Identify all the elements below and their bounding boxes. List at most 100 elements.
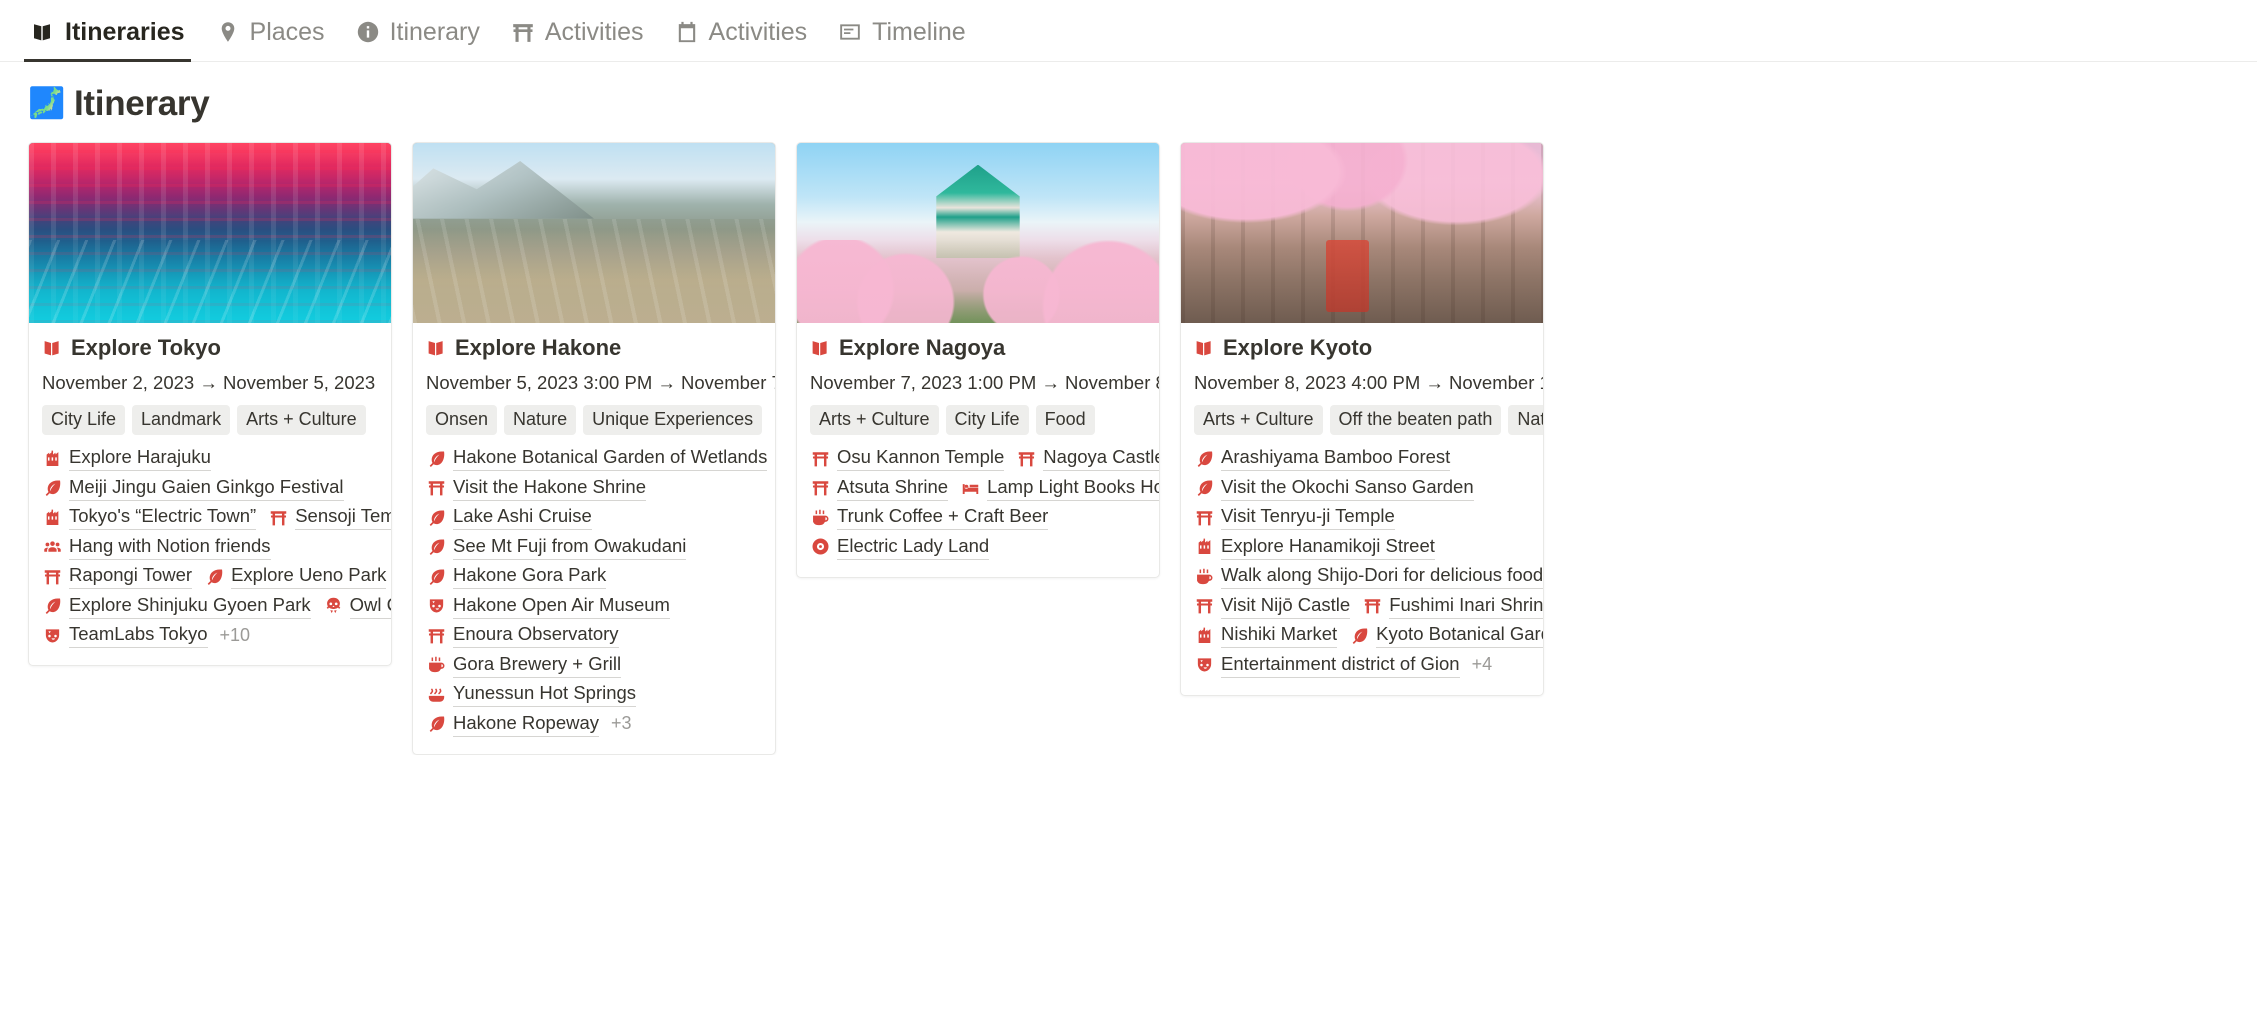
list-item: Yunessun Hot Springs xyxy=(426,681,762,709)
tab-activities-3[interactable]: Activities xyxy=(508,2,646,62)
page-link[interactable]: Nishiki Market xyxy=(1194,622,1338,649)
card-date-range: November 5, 2023 3:00 PM → November 7, 2… xyxy=(426,372,775,393)
list-item: Visit the Okochi Sanso Garden xyxy=(1194,474,1530,502)
mask-icon xyxy=(426,595,447,616)
page-link[interactable]: Osu Kannon Temple xyxy=(810,445,1005,472)
list-item: Visit Tenryu-ji Temple xyxy=(1194,504,1530,532)
page-link-label: Explore Ueno Park xyxy=(231,563,387,590)
view-tab-bar: Itineraries Places Itinerary Activities Acti… xyxy=(0,0,2257,62)
tag-pill: Onsen xyxy=(426,405,498,435)
list-item: Explore Hanamikoji Street xyxy=(1194,533,1530,561)
map-pin-icon xyxy=(215,19,241,45)
torii-gate-icon xyxy=(268,507,289,528)
page-link-label: Hang with Notion friends xyxy=(69,534,271,560)
page-link[interactable]: Hakone Gora Park xyxy=(426,563,607,590)
calendar-icon xyxy=(674,19,700,45)
page-link[interactable]: Visit the Hakone Shrine xyxy=(426,475,646,501)
card-body: Explore Nagoya November 7, 2023 1:00 PM →… xyxy=(797,323,1159,577)
page-link-label: Kyoto Botanical Gardens xyxy=(1376,622,1543,649)
page-link[interactable]: Enoura Observatory xyxy=(426,622,619,649)
page-link[interactable]: TeamLabs Tokyo xyxy=(42,622,208,649)
card-title: Explore Hakone xyxy=(455,335,622,360)
page-link[interactable]: Electric Lady Land xyxy=(810,534,990,560)
page-link[interactable]: Entertainment district of Gion xyxy=(1194,652,1460,678)
list-item: Hakone Ropeway +3 xyxy=(426,710,762,738)
tab-activities-4[interactable]: Activities xyxy=(672,2,810,62)
page-link[interactable]: Trunk Coffee + Craft Beer xyxy=(810,504,1049,531)
card-date-range: November 8, 2023 4:00 PM → November 12, … xyxy=(1194,372,1543,393)
list-item: Explore Shinjuku Gyoen Park Owl Cafe xyxy=(42,592,391,620)
card-title: Explore Kyoto xyxy=(1223,335,1373,360)
page-link[interactable]: Arashiyama Bamboo Forest xyxy=(1194,445,1451,472)
card-tag-list: Arts + Culture City Life Food xyxy=(810,405,1146,435)
list-item: Entertainment district of Gion +4 xyxy=(1194,651,1530,679)
tag-pill: City Life xyxy=(945,405,1029,435)
card-title: Explore Tokyo xyxy=(71,335,221,360)
page-link[interactable]: Hakone Ropeway xyxy=(426,711,600,737)
page-link[interactable]: Fushimi Inari Shrine xyxy=(1362,593,1543,619)
page-link[interactable]: Nagoya Castle xyxy=(1016,445,1159,472)
list-item: TeamLabs Tokyo +10 xyxy=(42,622,378,650)
itinerary-card[interactable]: Explore Hakone November 5, 2023 3:00 PM →… xyxy=(412,142,776,755)
tab-itinerary-2[interactable]: Itinerary xyxy=(353,2,482,62)
page-link[interactable]: Tokyo's “Electric Town” xyxy=(42,504,257,531)
leaf-icon xyxy=(426,536,447,557)
page-link-label: Explore Harajuku xyxy=(69,445,211,472)
card-date-range: November 2, 2023 → November 5, 2023 xyxy=(42,372,376,393)
torii-gate-icon xyxy=(426,477,447,498)
page-link[interactable]: Walk along Shijo-Dori for delicious food xyxy=(1194,563,1543,590)
more-count[interactable]: +3 xyxy=(611,713,632,734)
bed-icon xyxy=(960,477,981,498)
page-link[interactable]: Kyoto Botanical Gardens xyxy=(1349,622,1543,649)
card-cover-image xyxy=(797,143,1159,323)
itinerary-card[interactable]: Explore Nagoya November 7, 2023 1:00 PM →… xyxy=(796,142,1160,578)
drink-icon xyxy=(426,654,447,675)
tag-pill: City Life xyxy=(42,405,126,435)
page-link[interactable]: Explore Harajuku xyxy=(42,445,211,472)
page-link-label: Lake Ashi Cruise xyxy=(453,504,592,531)
tab-itineraries-0[interactable]: Itineraries xyxy=(24,2,191,62)
page-link[interactable]: Hakone Botanical Garden of Wetlands xyxy=(426,445,768,472)
page-link[interactable]: Explore Shinjuku Gyoen Park xyxy=(42,593,311,619)
page-link[interactable]: Visit the Okochi Sanso Garden xyxy=(1194,475,1474,501)
page-link[interactable]: Lake Ashi Cruise xyxy=(426,504,592,531)
more-count[interactable]: +4 xyxy=(1472,654,1493,675)
torii-gate-icon xyxy=(1194,507,1215,528)
page-link[interactable]: Owl Cafe xyxy=(323,593,391,619)
page-link[interactable]: Atsuta Shrine xyxy=(810,475,949,501)
page-link[interactable]: Sensoji Temple xyxy=(268,504,391,531)
card-body: Explore Hakone November 5, 2023 3:00 PM →… xyxy=(413,323,775,754)
page-link[interactable]: Yunessun Hot Springs xyxy=(426,681,637,708)
tab-timeline-5[interactable]: Timeline xyxy=(835,2,968,62)
tab-places-1[interactable]: Places xyxy=(213,2,327,62)
page-link-label: Atsuta Shrine xyxy=(837,475,949,501)
tab-label: Activities xyxy=(544,17,644,46)
page-link-label: Nishiki Market xyxy=(1221,622,1338,649)
page-link[interactable]: Meiji Jingu Gaien Ginkgo Festival xyxy=(42,475,344,501)
more-count[interactable]: +10 xyxy=(220,625,251,646)
page-link[interactable]: Explore Ueno Park xyxy=(204,563,387,590)
page-link[interactable]: Hang with Notion friends xyxy=(42,534,271,560)
page-link[interactable]: Visit Nijō Castle xyxy=(1194,593,1351,619)
page-link[interactable]: See Mt Fuji from Owakudani xyxy=(426,534,687,560)
page-link[interactable]: Rapongi Tower xyxy=(42,563,193,590)
list-item: Enoura Observatory xyxy=(426,622,762,650)
list-item: Visit the Hakone Shrine xyxy=(426,474,762,502)
card-item-list: Hakone Botanical Garden of Wetlands Visit… xyxy=(426,445,768,738)
page-link[interactable]: Visit Tenryu-ji Temple xyxy=(1194,504,1395,531)
itinerary-card[interactable]: Explore Tokyo November 2, 2023 → November… xyxy=(28,142,392,666)
page-link-label: Trunk Coffee + Craft Beer xyxy=(837,504,1049,531)
page-link-label: Visit the Hakone Shrine xyxy=(453,475,646,501)
page-link[interactable]: Hakone Open Air Museum xyxy=(426,593,670,619)
page-link[interactable]: Lamp Light Books Hotel xyxy=(960,475,1159,501)
page-link-label: Hakone Botanical Garden of Wetlands xyxy=(453,445,768,472)
card-tag-list: City Life Landmark Arts + Culture xyxy=(42,405,378,435)
list-item: Hakone Gora Park xyxy=(426,563,762,591)
page-link[interactable]: Explore Hanamikoji Street xyxy=(1194,534,1435,560)
page-link-label: Fushimi Inari Shrine xyxy=(1389,593,1543,619)
list-item: Rapongi Tower Explore Ueno Park xyxy=(42,563,387,591)
page-link[interactable]: Gora Brewery + Grill xyxy=(426,652,622,678)
card-tag-list: Onsen Nature Unique Experiences xyxy=(426,405,763,435)
leaf-icon xyxy=(426,507,447,528)
itinerary-card[interactable]: Explore Kyoto November 8, 2023 4:00 PM → … xyxy=(1180,142,1544,696)
